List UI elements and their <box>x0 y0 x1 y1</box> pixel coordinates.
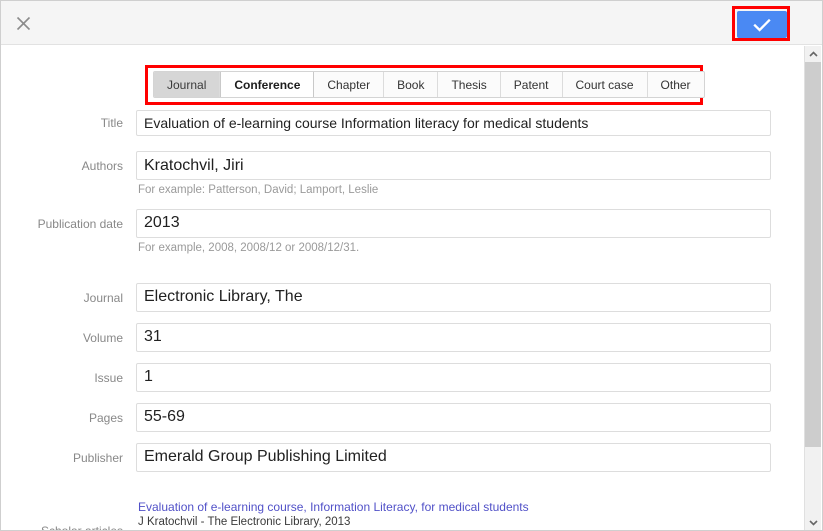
publication-date-input[interactable] <box>136 208 771 238</box>
tab-book-label: Book <box>397 77 425 92</box>
tab-other-label: Other <box>660 77 691 92</box>
journal-input[interactable] <box>136 282 771 312</box>
confirm-button-annotation <box>732 6 790 41</box>
tab-journal[interactable]: Journal <box>154 72 221 97</box>
chevron-up-icon <box>808 45 818 63</box>
tab-chapter[interactable]: Chapter <box>314 72 385 97</box>
title-label: Title <box>100 116 123 130</box>
issue-input[interactable] <box>136 362 771 392</box>
title-input[interactable] <box>136 110 771 136</box>
dialog-body: Journal Conference Chapter Book Thesis P… <box>1 46 804 530</box>
field-row-title: Title <box>1 110 804 136</box>
field-row-volume: Volume <box>1 322 804 352</box>
tab-thesis-label: Thesis <box>451 77 487 92</box>
field-row-pages: Pages <box>1 402 804 432</box>
volume-input[interactable] <box>136 322 771 352</box>
field-row-publisher: Publisher <box>1 442 804 472</box>
publisher-input[interactable] <box>136 442 771 472</box>
authors-label: Authors <box>81 159 123 173</box>
authors-input[interactable] <box>136 151 771 180</box>
publisher-label: Publisher <box>72 450 123 465</box>
tab-patent-label: Patent <box>513 77 549 92</box>
tab-thesis[interactable]: Thesis <box>438 72 501 97</box>
tab-other[interactable]: Other <box>647 72 704 97</box>
scholar-articles-label: Scholar articles <box>1 500 136 530</box>
tab-chapter-label: Chapter <box>327 77 371 92</box>
tab-conference[interactable]: Conference <box>220 72 315 97</box>
source-type-tabs: Journal Conference Chapter Book Thesis P… <box>153 71 705 98</box>
close-icon <box>15 15 32 32</box>
vertical-scrollbar[interactable] <box>804 46 821 530</box>
publication-date-hint: For example, 2008, 2008/12 or 2008/12/31… <box>138 241 360 254</box>
tab-journal-label: Journal <box>167 77 207 92</box>
field-row-publication-date: Publication date For example, 2008, 2008… <box>1 208 804 256</box>
scroll-down-button[interactable] <box>805 514 821 530</box>
field-row-scholar-articles: Scholar articles Evaluation of e-learnin… <box>1 500 804 530</box>
chevron-down-icon <box>808 513 818 530</box>
field-row-authors: Authors For example: Patterson, David; L… <box>1 151 804 198</box>
field-row-journal: Journal <box>1 282 804 312</box>
volume-label: Volume <box>82 330 123 345</box>
field-row-issue: Issue <box>1 362 804 392</box>
scholar-article-title-link[interactable]: Evaluation of e-learning course, Informa… <box>138 500 529 514</box>
journal-label: Journal <box>83 290 123 305</box>
save-confirm-button[interactable] <box>737 11 787 38</box>
edit-citation-dialog: Journal Conference Chapter Book Thesis P… <box>0 0 823 531</box>
scholar-articles-block: Evaluation of e-learning course, Informa… <box>136 500 772 530</box>
tab-court-case[interactable]: Court case <box>562 72 648 97</box>
tab-book[interactable]: Book <box>384 72 439 97</box>
check-icon <box>752 17 772 33</box>
dialog-header <box>1 1 822 45</box>
scrollbar-thumb[interactable] <box>805 62 821 447</box>
issue-label: Issue <box>94 370 123 385</box>
close-button[interactable] <box>9 9 37 37</box>
scroll-up-button[interactable] <box>805 46 821 62</box>
pages-input[interactable] <box>136 402 771 432</box>
tab-court-case-label: Court case <box>575 77 634 92</box>
citation-form: Title Authors For example: Patterson, Da… <box>1 110 804 530</box>
authors-hint: For example: Patterson, David; Lamport, … <box>138 184 379 196</box>
tab-patent[interactable]: Patent <box>500 72 563 97</box>
tab-conference-label: Conference <box>234 77 301 92</box>
scholar-article-citation: J Kratochvil - The Electronic Library, 2… <box>138 515 351 528</box>
publication-date-label: Publication date <box>37 216 123 231</box>
pages-label: Pages <box>88 410 123 425</box>
